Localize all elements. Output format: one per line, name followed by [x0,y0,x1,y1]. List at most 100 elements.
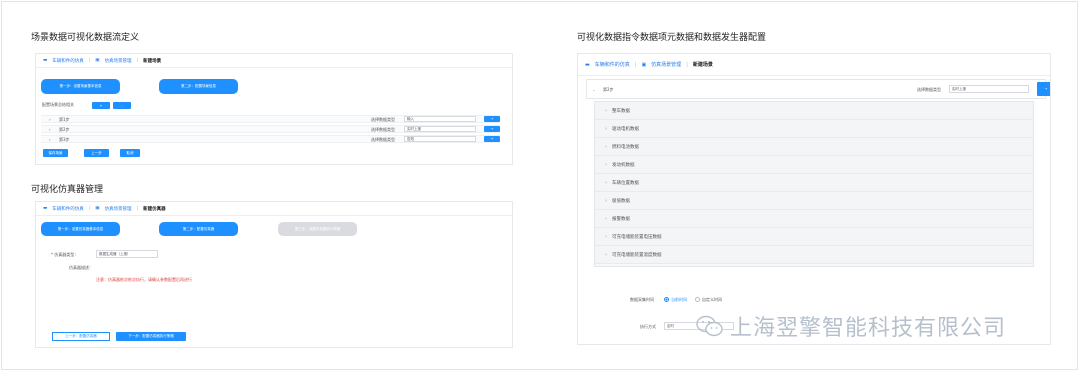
crumb-sep: | [136,206,139,211]
chevron-right-icon: › [605,179,607,186]
collect-time-label: 数据采集时间 [630,297,654,302]
crumb-3: 新建仿真器 [143,206,166,212]
simulator-screenshot: ▬ 车辆和件的仿真 | ▣ 仿真场景管理 | 新建仿真器 第一步：设置仿真器基本… [35,201,513,348]
chevron-right-icon: › [605,197,607,204]
table-row[interactable]: › 第2步 选择数据类型 实时上报 → [41,125,500,133]
section-title-dataflow: 场景数据可视化数据流定义 [31,33,140,43]
step2-button[interactable]: 第二步：配置场景信息 [159,79,238,94]
list-item[interactable]: › 可充电储能装置电压数据 [595,228,1033,246]
sim-step3-button[interactable]: 第三步：设置仿真器执行策略 [278,222,357,236]
table-row[interactable]: › 第3步 选择数据类型 告知 → [41,135,500,143]
section-title-simulator: 可视化仿真器管理 [31,185,104,195]
car-icon: ▬ [43,206,48,211]
warning-text: 注意：仿真器依次依次执行，请确认参数配置后再进行 [96,277,192,282]
item-label: 车辆位置数据 [612,180,639,186]
row-label: 选择数据类型 [371,137,395,142]
watermark: 上海翌擎智能科技有限公司 [696,310,1006,342]
exec-mode-label: 执行方式 [640,324,656,329]
collapse-chevron-icon: ⌄ [592,87,596,92]
row-chevron-icon: › [49,137,51,142]
list-item[interactable]: › 发动机数据 [595,156,1033,174]
crumb-sep: | [634,61,637,68]
sim-prev-button[interactable]: 上一步：配置仿真器 [52,332,110,341]
crumb-2[interactable]: 仿真场景管理 [105,58,132,64]
add-row-button[interactable]: + [92,102,110,109]
crumb-sep: | [88,58,91,63]
crumb-2[interactable]: 仿真场景管理 [105,206,132,212]
row-chevron-icon: › [49,127,51,132]
radio-custom-label: 自定义时间 [702,297,722,302]
crumb-3: 新建场景 [143,58,162,64]
list-item[interactable]: › 报警数据 [595,210,1033,228]
row-type-select[interactable]: 告知 [404,136,476,142]
list-item[interactable]: › 燃料电池数据 [595,138,1033,156]
watermark-text: 上海翌擎智能科技有限公司 [730,316,1007,341]
chevron-right-icon: › [605,215,607,222]
row-label: 选择数据类型 [371,127,395,132]
config-label: 配置场景总结相关 [42,102,74,107]
row-label: 选择数据类型 [371,117,395,122]
crumb-sep: | [686,61,688,68]
item-label: 驱动电机数据 [612,126,639,132]
list-item[interactable]: › 极值数据 [595,192,1033,210]
row-name: 第2步 [59,127,70,132]
table-row[interactable]: › 第1步 选择数据类型 输入 → [41,115,500,123]
crumb-2[interactable]: 仿真场景管理 [651,61,681,68]
save-scene-button[interactable]: 保存场景 [43,149,68,157]
list-item[interactable]: › 整车数据 [595,102,1033,120]
scene-icon: ▣ [95,58,100,63]
car-icon: ▬ [43,58,48,63]
row-type-select[interactable]: 实时上报 [404,126,476,132]
section-title-datagen: 可视化数据指令数据项元数据和数据发生器配置 [577,33,767,43]
row-action-button[interactable]: → [484,126,500,132]
datagen-screenshot: ▬ 车辆和件的仿真 | ▣ 仿真场景管理 | 新建场景 ⌄ 第2步 选择数据类型… [577,53,1051,345]
item-label: 极值数据 [612,198,630,204]
row-name: 第1步 [59,117,70,122]
chevron-right-icon: › [605,251,607,258]
sim-step2-button[interactable]: 第二步：配置仿真器 [159,222,238,236]
prev-step-button[interactable]: 上一步 [84,149,109,157]
breadcrumb: ▬ 车辆和件的仿真 | ▣ 仿真场景管理 | 新建仿真器 [36,202,512,216]
chevron-right-icon: › [605,125,607,132]
add-button[interactable]: → [1037,82,1050,96]
scene-icon: ▣ [95,206,100,211]
remove-row-button[interactable]: - [113,102,131,109]
chevron-right-icon: › [605,161,607,168]
step-label: 第2步 [603,87,614,92]
sim-type-select[interactable]: 数据生成器（上报） [96,250,158,258]
item-label: 整车数据 [612,108,630,114]
sim-desc-label: 仿真器描述： [69,265,93,270]
item-label: 可充电储能装置电压数据 [612,234,662,240]
cancel-button[interactable]: 取消 [120,149,140,157]
radio-current-time[interactable] [664,297,669,302]
step1-button[interactable]: 第一步：设置场景基本信息 [41,79,120,94]
breadcrumb: ▬ 车辆和件的仿真 | ▣ 仿真场景管理 | 新建场景 [578,54,1050,76]
crumb-1[interactable]: 车辆和件的仿真 [52,206,84,212]
row-action-button[interactable]: → [484,136,500,142]
crumb-1[interactable]: 车辆和件的仿真 [595,61,630,68]
row-type-select[interactable]: 输入 [404,116,476,122]
type-select[interactable]: 实时上报 [949,85,1029,93]
step-header[interactable]: ⌄ 第2步 选择数据类型 实时上报 → [586,79,1050,99]
type-label: 选择数据类型 [917,87,941,92]
list-item[interactable]: › 可充电储能装置温度数据 [595,246,1033,264]
radio-custom-time[interactable] [695,297,700,302]
row-action-button[interactable]: → [484,116,500,122]
row-name: 第3步 [59,137,70,142]
list-item[interactable]: › 驱动电机数据 [595,120,1033,138]
item-label: 燃料电池数据 [612,144,639,150]
crumb-1[interactable]: 车辆和件的仿真 [52,58,84,64]
crumb-sep: | [136,58,139,63]
list-item[interactable]: › 车辆位置数据 [595,174,1033,192]
scene-icon: ▣ [641,61,647,68]
sim-type-label: * 仿真器类型： [51,252,79,257]
item-label: 可充电储能装置温度数据 [612,252,662,258]
item-label: 发动机数据 [612,162,635,168]
car-icon: ▬ [585,61,590,68]
sim-step1-button[interactable]: 第一步：设置仿真器基本信息 [41,222,120,236]
dataflow-screenshot: ▬ 车辆和件的仿真 | ▣ 仿真场景管理 | 新建场景 第一步：设置场景基本信息… [35,53,513,165]
breadcrumb: ▬ 车辆和件的仿真 | ▣ 仿真场景管理 | 新建场景 [36,54,512,68]
crumb-sep: | [88,206,91,211]
sim-next-button[interactable]: 下一步：配置仿真器执行策略 [116,332,186,341]
data-items-panel: › 整车数据 › 驱动电机数据 › 燃料电池数据 › 发动机数据 › 车辆位置数据 › 极值… [594,101,1034,267]
